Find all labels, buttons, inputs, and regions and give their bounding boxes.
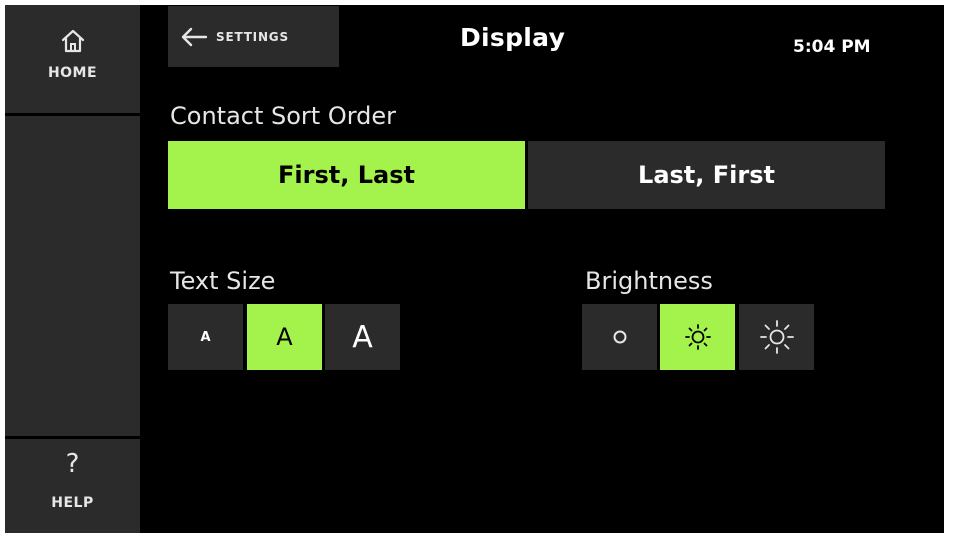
screen: HOME ? HELP SETTINGS Display 5:04 PM Con…	[5, 5, 944, 533]
help-label: HELP	[51, 495, 94, 511]
sort-last-first-button[interactable]: Last, First	[528, 141, 885, 209]
high-brightness-icon	[759, 320, 794, 354]
help-button[interactable]: ? HELP	[5, 439, 140, 533]
clock: 5:04 PM	[793, 37, 871, 57]
brightness-label: Brightness	[585, 267, 713, 295]
brightness-medium-button[interactable]	[660, 304, 735, 370]
text-size-medium-button[interactable]: A	[247, 304, 322, 370]
medium-brightness-icon	[684, 324, 711, 350]
low-brightness-icon	[613, 330, 626, 344]
home-button[interactable]: HOME	[5, 5, 140, 113]
home-icon	[61, 29, 84, 53]
text-size-small-button[interactable]: A	[168, 304, 243, 370]
back-label: SETTINGS	[216, 29, 289, 44]
text-size-large-button[interactable]: A	[325, 304, 400, 370]
sort-first-last-button[interactable]: First, Last	[168, 141, 525, 209]
sidebar: HOME ? HELP	[5, 5, 140, 533]
text-size-label: Text Size	[170, 267, 276, 295]
arrow-left-icon	[181, 27, 208, 46]
sidebar-spacer	[5, 116, 140, 436]
contact-sort-label: Contact Sort Order	[170, 102, 397, 130]
brightness-low-button[interactable]	[582, 304, 657, 370]
brightness-high-button[interactable]	[739, 304, 814, 370]
help-icon: ?	[65, 449, 80, 479]
home-label: HOME	[47, 65, 98, 81]
back-to-settings-button[interactable]: SETTINGS	[168, 6, 339, 67]
page-title: Display	[460, 23, 566, 52]
